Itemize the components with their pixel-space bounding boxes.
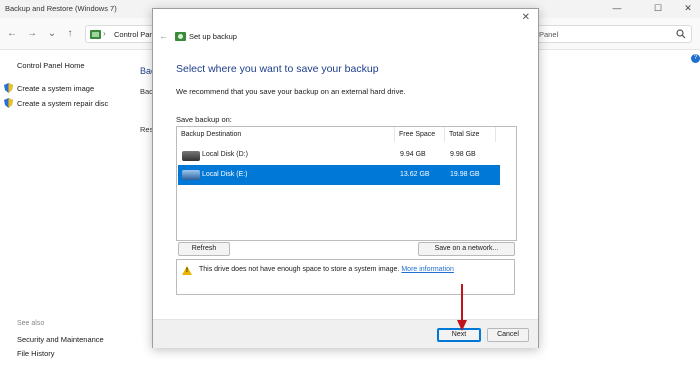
backup-icon [175, 32, 186, 41]
setup-backup-dialog: ✕ ← Set up backup Select where you want … [152, 8, 539, 348]
dialog-footer: Next Cancel [153, 319, 538, 348]
cancel-button[interactable]: Cancel [487, 328, 529, 342]
create-system-image-link[interactable]: Create a system image [17, 84, 94, 93]
breadcrumb-separator: › [103, 29, 106, 38]
search-text: Panel [539, 30, 559, 39]
refresh-button[interactable]: Refresh [178, 242, 230, 256]
shield-icon [4, 83, 13, 93]
dialog-heading: Select where you want to save your backu… [176, 63, 379, 75]
shield-icon [4, 98, 13, 108]
back-arrow-icon[interactable]: ← [6, 27, 18, 41]
maximize-button[interactable]: ☐ [646, 1, 670, 15]
list-row-disk-e[interactable]: Local Disk (E:) 13.62 GB 19.98 GB [178, 165, 500, 185]
window-title: Backup and Restore (Windows 7) [5, 4, 117, 13]
forward-arrow-icon[interactable]: → [26, 27, 38, 41]
recommendation-text: We recommend that you save your backup o… [176, 87, 406, 96]
warning-text: This drive does not have enough space to… [199, 266, 400, 273]
search-input[interactable]: Panel [532, 25, 692, 43]
sidebar-home-link[interactable]: Control Panel Home [17, 61, 85, 70]
help-icon[interactable]: ? [691, 54, 700, 63]
destination-list[interactable]: Backup Destination Free Space Total Size… [176, 126, 517, 241]
control-panel-icon [90, 30, 101, 39]
background-text-fragment: Bac [140, 87, 153, 96]
close-button[interactable]: ✕ [676, 1, 700, 15]
recent-locations-icon[interactable]: ⌄ [46, 27, 58, 41]
column-header-total-size[interactable]: Total Size [445, 127, 496, 142]
sidebar: Control Panel Home Create a system image… [0, 50, 135, 367]
column-header-free-space[interactable]: Free Space [395, 127, 445, 142]
row-free-space: 9.94 GB [400, 151, 426, 158]
file-history-link[interactable]: File History [17, 349, 55, 358]
security-maintenance-link[interactable]: Security and Maintenance [17, 335, 104, 344]
more-information-link[interactable]: More information [401, 266, 454, 273]
see-also-heading: See also [17, 320, 45, 327]
save-on-label: Save backup on: [176, 115, 232, 124]
dialog-back-arrow-icon[interactable]: ← [159, 31, 168, 41]
search-icon[interactable] [676, 29, 686, 39]
annotation-arrow [457, 284, 467, 331]
list-row-disk-d[interactable]: Local Disk (D:) 9.94 GB 9.98 GB [178, 145, 500, 165]
row-free-space: 13.62 GB [400, 171, 430, 178]
hard-drive-icon [182, 151, 200, 161]
row-total-size: 19.98 GB [450, 171, 480, 178]
create-repair-disc-link[interactable]: Create a system repair disc [17, 99, 108, 108]
minimize-button[interactable]: — [605, 1, 629, 15]
row-destination: Local Disk (D:) [202, 151, 248, 158]
dialog-title: Set up backup [189, 32, 237, 41]
dialog-close-button[interactable]: ✕ [522, 12, 530, 23]
column-header-destination[interactable]: Backup Destination [177, 127, 395, 142]
save-on-network-button[interactable]: Save on a network... [418, 242, 515, 256]
row-total-size: 9.98 GB [450, 151, 476, 158]
up-arrow-icon[interactable]: ↑ [64, 27, 76, 41]
hard-drive-icon [182, 170, 200, 180]
row-destination: Local Disk (E:) [202, 171, 248, 178]
